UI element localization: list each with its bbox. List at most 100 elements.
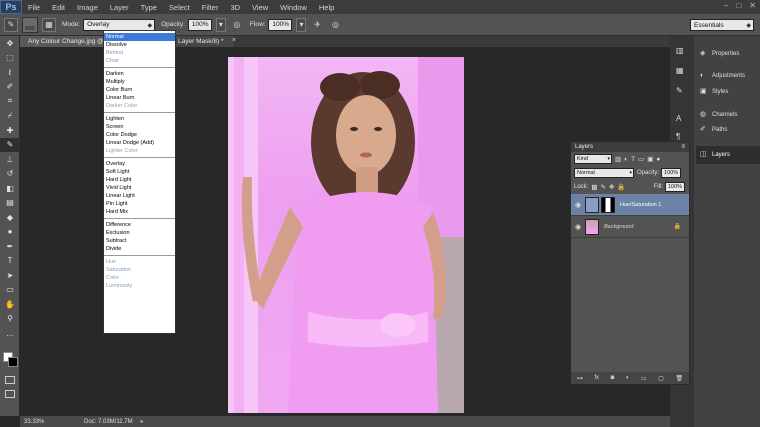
eye-icon[interactable]: ◉ [571, 201, 585, 209]
menu-image[interactable]: Image [71, 3, 104, 12]
lasso-tool-icon[interactable]: ℓ [0, 65, 20, 80]
blend-difference[interactable]: Difference [104, 221, 175, 229]
panel-layers-tab[interactable]: ◫ Layers [696, 146, 760, 164]
hand-tool-icon[interactable]: ✋ [0, 297, 20, 312]
menu-select[interactable]: Select [163, 3, 196, 12]
menu-layer[interactable]: Layer [104, 3, 135, 12]
history-icon[interactable]: ▥ [676, 46, 684, 55]
blend-divide[interactable]: Divide [104, 245, 175, 253]
paragraph-icon[interactable]: ¶ [676, 132, 680, 141]
blend-color-burn[interactable]: Color Burn [104, 86, 175, 94]
menu-help[interactable]: Help [313, 3, 340, 12]
panel-properties[interactable]: ◈ Properties [700, 48, 739, 60]
crop-tool-icon[interactable]: ⌗ [0, 94, 20, 109]
blend-subtract[interactable]: Subtract [104, 237, 175, 245]
menu-window[interactable]: Window [274, 3, 313, 12]
history-brush-tool-icon[interactable]: ↺ [0, 167, 20, 182]
smart-object-filter-icon[interactable]: ▣ [647, 155, 653, 163]
lock-all-icon[interactable]: 🔒 [617, 183, 625, 191]
menu-edit[interactable]: Edit [46, 3, 71, 12]
layer-kind-filter[interactable]: Kind ▾ [574, 154, 612, 164]
blend-dissolve[interactable]: Dissolve [104, 41, 175, 49]
filter-toggle-icon[interactable]: ● [656, 156, 660, 163]
zoom-level[interactable]: 33.33% [24, 419, 64, 425]
brushes-icon[interactable]: ✎ [676, 86, 683, 95]
pixel-filter-icon[interactable]: ▨ [615, 155, 621, 163]
lock-transparency-icon[interactable]: ▩ [591, 183, 597, 191]
move-tool-icon[interactable]: ✥ [0, 36, 20, 51]
lock-position-icon[interactable]: ✥ [609, 183, 614, 191]
blend-vivid-light[interactable]: Vivid Light [104, 184, 175, 192]
menu-file[interactable]: File [22, 3, 46, 12]
brush-tool-icon[interactable]: ✎ [0, 137, 20, 152]
new-adjustment-icon[interactable]: ◐ [626, 375, 630, 381]
blend-soft-light[interactable]: Soft Light [104, 168, 175, 176]
blend-color-dodge[interactable]: Color Dodge [104, 131, 175, 139]
layer-name[interactable]: Background [604, 224, 633, 230]
brush-panel-toggle-icon[interactable]: ▦ [42, 17, 56, 32]
pen-tool-icon[interactable]: ✒ [0, 239, 20, 254]
blend-hard-mix[interactable]: Hard Mix [104, 208, 175, 216]
blend-linear-light[interactable]: Linear Light [104, 192, 175, 200]
status-menu-icon[interactable]: ▸ [141, 418, 144, 425]
maximize-button[interactable]: □ [736, 1, 741, 10]
close-button[interactable]: ✕ [749, 1, 756, 10]
layer-mask-thumbnail[interactable] [601, 196, 615, 213]
shape-filter-icon[interactable]: ▭ [638, 155, 644, 163]
clone-stamp-tool-icon[interactable]: ⊥ [0, 152, 20, 167]
healing-brush-tool-icon[interactable]: ✚ [0, 123, 20, 138]
layer-row-background[interactable]: ◉ Background 🔒 [571, 216, 689, 238]
blend-lighten[interactable]: Lighten [104, 115, 175, 123]
eyedropper-tool-icon[interactable]: ⌿ [0, 109, 20, 124]
blend-exclusion[interactable]: Exclusion [104, 229, 175, 237]
layer-row-hue-saturation[interactable]: ◉ Hue/Saturation 1 [571, 194, 689, 216]
minimize-button[interactable]: – [724, 1, 728, 10]
link-layers-icon[interactable]: ⊶ [577, 375, 583, 382]
mode-select[interactable]: Overlay ◆ [83, 18, 156, 31]
menu-view[interactable]: View [246, 3, 274, 12]
type-tool-icon[interactable]: T [0, 254, 20, 269]
blend-normal[interactable]: Normal [104, 33, 175, 41]
menu-filter[interactable]: Filter [196, 3, 225, 12]
layer-fill-field[interactable]: 100% [665, 182, 685, 192]
panel-adjustments[interactable]: ◐ Adjustments [700, 70, 745, 82]
path-selection-tool-icon[interactable]: ➤ [0, 268, 20, 283]
blend-screen[interactable]: Screen [104, 123, 175, 131]
new-group-icon[interactable]: ▭ [641, 375, 647, 382]
more-tools-icon[interactable]: … [0, 326, 20, 341]
menu-type[interactable]: Type [135, 3, 163, 12]
document-tab-2[interactable]: Layer Mask/8) * [170, 36, 234, 47]
character-icon[interactable]: A [676, 114, 681, 123]
flow-field[interactable]: 100% [268, 18, 293, 31]
swatches-icon[interactable]: ▦ [676, 66, 684, 75]
brush-preset-icon[interactable]: ✎ [4, 17, 18, 32]
panel-channels[interactable]: ◍ Channels [700, 109, 737, 121]
layer-opacity-field[interactable]: 100% [661, 168, 682, 178]
lock-pixels-icon[interactable]: ✎ [601, 183, 606, 191]
pressure-size-icon[interactable]: ◎ [328, 18, 342, 32]
eraser-tool-icon[interactable]: ◧ [0, 181, 20, 196]
panel-paths[interactable]: ✐ Paths [700, 124, 727, 136]
close-tab-icon[interactable]: × [232, 37, 236, 44]
marquee-tool-icon[interactable]: ⬚ [0, 51, 20, 66]
gradient-tool-icon[interactable]: ▤ [0, 196, 20, 211]
opacity-dropdown-icon[interactable]: ▾ [215, 17, 226, 32]
adjustment-filter-icon[interactable]: ◐ [624, 156, 628, 163]
brush-size-picker[interactable]: 600 [22, 16, 38, 33]
airbrush-icon[interactable]: ✈ [310, 18, 324, 32]
layer-blend-select[interactable]: Normal ▾ [574, 168, 634, 178]
document-canvas-image[interactable] [228, 57, 464, 413]
eye-icon[interactable]: ◉ [571, 223, 585, 231]
new-layer-icon[interactable]: ▢ [658, 375, 664, 382]
quick-mask-icon[interactable] [5, 376, 15, 384]
add-mask-icon[interactable]: ◙ [611, 375, 615, 381]
layer-style-icon[interactable]: fx [594, 375, 599, 381]
blend-mode-dropdown[interactable]: Normal Dissolve Behind Clear Darken Mult… [103, 30, 176, 334]
delete-layer-icon[interactable]: 🗑 [676, 375, 684, 382]
panel-menu-icon[interactable]: ≡ [681, 144, 685, 150]
quick-selection-tool-icon[interactable]: ✐ [0, 80, 20, 95]
blend-linear-dodge[interactable]: Linear Dodge (Add) [104, 139, 175, 147]
screen-mode-icon[interactable] [5, 390, 15, 398]
blend-multiply[interactable]: Multiply [104, 78, 175, 86]
zoom-tool-icon[interactable]: ⚲ [0, 312, 20, 327]
